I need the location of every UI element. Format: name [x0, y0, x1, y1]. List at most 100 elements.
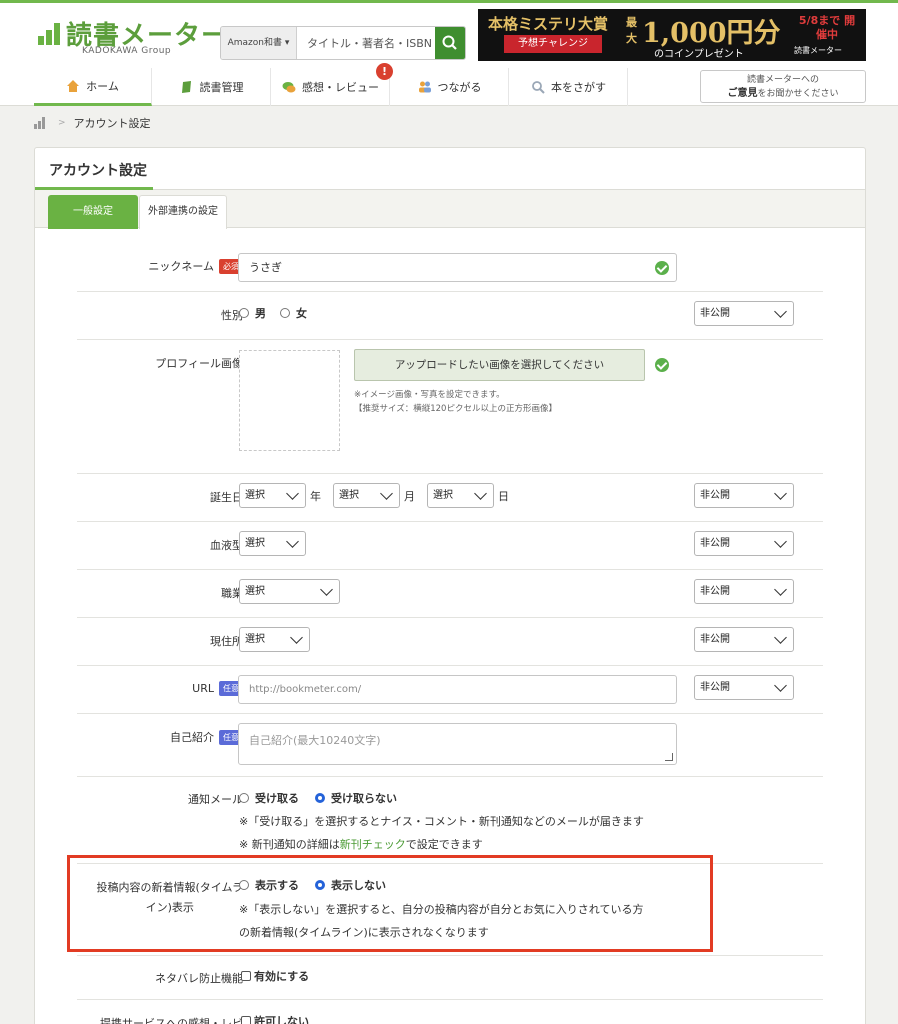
residence-privacy-value: 非公開 — [700, 634, 730, 645]
mail-receive-label: 受け取る — [255, 792, 299, 805]
gender-female-radio[interactable]: 女 — [280, 305, 307, 321]
row-partner-services: 提携サービスへの感想・レビ 許可しない — [77, 1000, 823, 1024]
job-value: 選択 — [245, 586, 265, 597]
tab-general[interactable]: 一般設定 — [48, 195, 138, 229]
chevron-down-icon — [774, 583, 787, 596]
mail-label: 通知メール — [188, 793, 243, 806]
ad-prefix: 最大 — [626, 16, 637, 45]
spoiler-option-label: 有効にする — [254, 970, 310, 983]
row-birthday: 誕生日 選択 年 選択 月 選択 日 非公開 — [77, 474, 823, 522]
new-release-check-link[interactable]: 新刊チェック — [340, 838, 406, 851]
profile-image-note1: ※イメージ画像・写真を設定できます。 — [354, 390, 505, 400]
checkbox-box — [241, 971, 251, 981]
gender-privacy-value: 非公開 — [700, 308, 730, 319]
search-button[interactable] — [435, 27, 465, 59]
row-spoiler: ネタバレ防止機能 有効にする — [77, 956, 823, 1000]
spoiler-checkbox[interactable]: 有効にする — [241, 968, 309, 984]
chevron-down-icon — [774, 487, 787, 500]
url-label: URL 任意 — [192, 681, 243, 696]
mail-note1: ※「受け取る」を選択するとナイス・コメント・新刊通知などのメールが届きます — [239, 815, 644, 828]
nav-home-label: ホーム — [86, 79, 119, 93]
mail-note2-pre: ※ 新刊通知の詳細は — [239, 838, 340, 851]
highlight-box — [67, 855, 713, 952]
birth-day-value: 選択 — [433, 490, 453, 501]
nav-find-books[interactable]: 本をさがす — [510, 68, 628, 106]
chevron-down-icon — [774, 631, 787, 644]
mail-receive-radio[interactable]: 受け取る — [239, 790, 299, 806]
card-header: アカウント設定 — [35, 148, 865, 190]
upload-valid-check-icon — [655, 358, 669, 372]
blood-privacy-select[interactable]: 非公開 — [694, 531, 794, 556]
nickname-label-text: ニックネーム — [148, 260, 214, 273]
search-category-select[interactable]: Amazon和書 ▾ — [221, 27, 297, 59]
profile-image-label: プロフィール画像 — [155, 357, 243, 370]
row-bio: 自己紹介 任意 自己紹介(最大10240文字) — [77, 714, 823, 777]
row-url: URL 任意 http://bookmeter.com/ 非公開 — [77, 666, 823, 714]
search-input[interactable] — [299, 27, 436, 59]
radio-dot-selected — [315, 793, 325, 803]
search-icon — [442, 35, 457, 50]
logo-bars-icon — [38, 23, 62, 45]
birthday-privacy-select[interactable]: 非公開 — [694, 483, 794, 508]
birth-day-select[interactable]: 選択 — [427, 483, 494, 508]
book-icon — [181, 81, 191, 93]
nav-reading-label: 読書管理 — [199, 81, 244, 94]
row-blood-type: 血液型 選択 非公開 — [77, 522, 823, 570]
tab-external[interactable]: 外部連携の設定 — [139, 195, 227, 229]
job-privacy-select[interactable]: 非公開 — [694, 579, 794, 604]
feedback-line2: ご意見をお聞かせください — [701, 87, 865, 101]
birth-year-select[interactable]: 選択 — [239, 483, 306, 508]
gender-privacy-select[interactable]: 非公開 — [694, 301, 794, 326]
row-job: 職業 選択 非公開 — [77, 570, 823, 618]
bio-label: 自己紹介 任意 — [170, 729, 243, 745]
people-icon — [418, 81, 431, 93]
mail-no-receive-label: 受け取らない — [331, 792, 397, 805]
search-bar: Amazon和書 ▾ — [220, 26, 466, 60]
nav-reviews-label: 感想・レビュー — [302, 81, 379, 94]
nickname-input[interactable]: うさぎ — [238, 253, 677, 282]
nav-connect-label: つながる — [437, 81, 482, 94]
chevron-down-icon — [320, 583, 333, 596]
site-logo[interactable]: 読書メーター KADOKAWA Group — [38, 15, 227, 61]
resize-handle-icon[interactable] — [665, 753, 673, 761]
mail-note2-post: で設定できます — [405, 838, 483, 851]
job-select[interactable]: 選択 — [239, 579, 340, 604]
chevron-down-icon — [774, 679, 787, 692]
ad-banner[interactable]: 本格ミステリ大賞 予想チャレンジ 最大 1,000円分 のコインプレゼント 5/… — [478, 9, 866, 61]
profile-image-preview — [239, 350, 340, 451]
settings-tabs: 一般設定 外部連携の設定 — [35, 190, 865, 229]
gender-male-radio[interactable]: 男 — [239, 305, 266, 321]
mail-note2: ※ 新刊通知の詳細は新刊チェックで設定できます — [239, 836, 483, 852]
url-input[interactable]: http://bookmeter.com/ — [238, 675, 677, 704]
breadcrumb: > アカウント設定 — [34, 114, 151, 132]
mail-no-receive-radio[interactable]: 受け取らない — [315, 790, 397, 806]
bio-textarea[interactable]: 自己紹介(最大10240文字) — [238, 723, 677, 765]
birth-month-select[interactable]: 選択 — [333, 483, 400, 508]
birth-year-value: 選択 — [245, 490, 265, 501]
chevron-down-icon — [286, 487, 299, 500]
blood-type-select[interactable]: 選択 — [239, 531, 306, 556]
ad-subtext: のコインプレゼント — [654, 49, 744, 60]
radio-dot — [280, 308, 290, 318]
feedback-line1: 読書メーターへの — [746, 75, 819, 85]
residence-select[interactable]: 選択 — [239, 627, 310, 652]
chevron-down-icon — [286, 535, 299, 548]
chevron-down-icon — [774, 535, 787, 548]
row-gender: 性別 男 女 非公開 — [77, 292, 823, 340]
row-nickname: ニックネーム 必須 うさぎ — [77, 240, 823, 292]
upload-image-button[interactable]: アップロードしたい画像を選択してください — [354, 349, 645, 381]
residence-value: 選択 — [245, 634, 265, 645]
nav-reading[interactable]: 読書管理 — [153, 68, 271, 106]
breadcrumb-home-icon[interactable] — [34, 117, 48, 129]
radio-dot — [239, 308, 249, 318]
partner-checkbox[interactable]: 許可しない — [241, 1013, 309, 1024]
nav-reviews[interactable]: 感想・レビュー — [272, 68, 390, 106]
feedback-button[interactable]: 読書メーターへの ご意見をお聞かせください — [700, 70, 866, 103]
nav-connect[interactable]: つながる — [391, 68, 509, 106]
chat-icon — [282, 82, 296, 93]
blood-privacy-value: 非公開 — [700, 538, 730, 549]
nav-home[interactable]: ホーム — [34, 68, 152, 106]
chevron-down-icon — [474, 487, 487, 500]
residence-privacy-select[interactable]: 非公開 — [694, 627, 794, 652]
url-privacy-select[interactable]: 非公開 — [694, 675, 794, 700]
